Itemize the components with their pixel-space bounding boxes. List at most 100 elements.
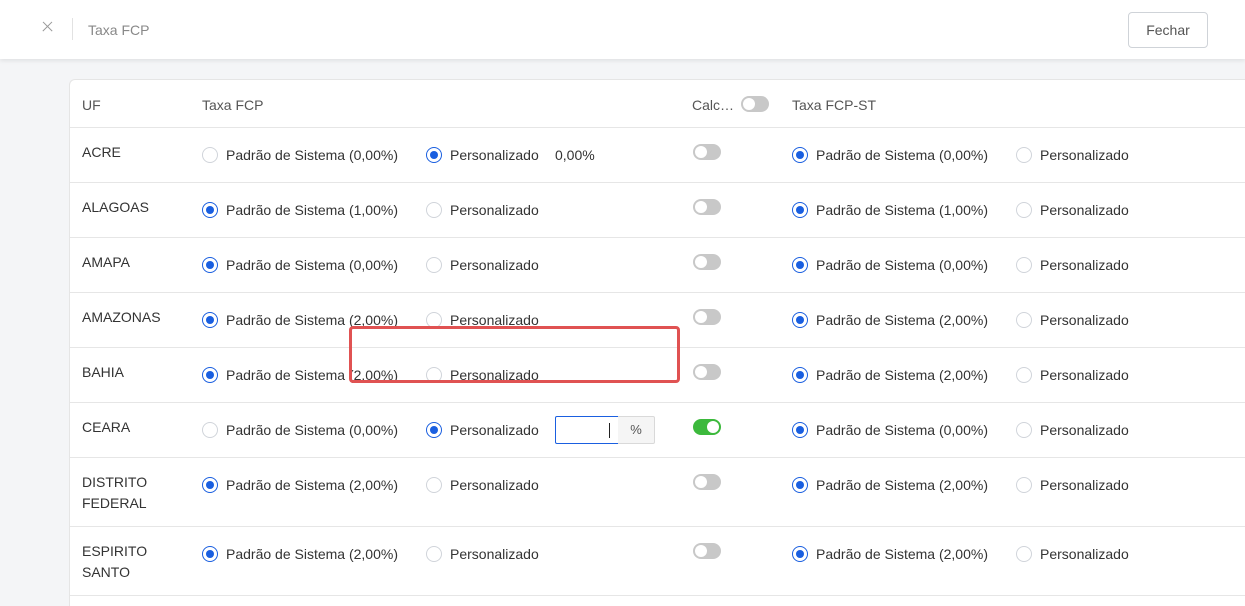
calc-toggle[interactable] (693, 199, 721, 215)
table-row: ALAGOAS Padrão de Sistema (1,00%) Personal… (70, 183, 1245, 238)
radio-label: Padrão de Sistema (2,00%) (816, 312, 988, 328)
radio-icon (202, 367, 218, 383)
radio-icon (1016, 312, 1032, 328)
fcp-padrao-radio[interactable]: Padrão de Sistema (2,00%) (202, 475, 398, 495)
radio-label: Personalizado (1040, 257, 1129, 273)
header-uf: UF (82, 97, 101, 113)
table-row: ACRE Padrão de Sistema (0,00%) Personaliza… (70, 128, 1245, 183)
calc-all-toggle[interactable] (741, 96, 769, 112)
radio-label: Padrão de Sistema (0,00%) (816, 257, 988, 273)
divider (72, 18, 73, 40)
fcp-personalizado-radio[interactable]: Personalizado (426, 544, 539, 564)
fcp-percent-group: % (555, 416, 656, 444)
radio-icon (426, 257, 442, 273)
calc-toggle[interactable] (693, 419, 721, 435)
calc-toggle[interactable] (693, 309, 721, 325)
radio-label: Padrão de Sistema (1,00%) (226, 202, 398, 218)
fcp-st-padrao-radio[interactable]: Padrão de Sistema (2,00%) (792, 475, 988, 495)
radio-icon (202, 422, 218, 438)
close-icon[interactable] (36, 15, 60, 39)
fcp-st-padrao-radio[interactable]: Padrão de Sistema (0,00%) (792, 145, 988, 165)
fcp-st-personalizado-radio[interactable]: Personalizado (1016, 475, 1129, 495)
toggle-knob (707, 421, 719, 433)
fcp-st-padrao-radio[interactable]: Padrão de Sistema (2,00%) (792, 365, 988, 385)
radio-label: Padrão de Sistema (2,00%) (226, 312, 398, 328)
radio-label: Padrão de Sistema (2,00%) (226, 477, 398, 493)
radio-icon (426, 477, 442, 493)
fcp-st-personalizado-radio[interactable]: Personalizado (1016, 200, 1129, 220)
radio-icon (426, 367, 442, 383)
uf-name: CEARA (82, 419, 131, 435)
fcp-st-personalizado-radio[interactable]: Personalizado (1016, 310, 1129, 330)
radio-label: Personalizado (450, 257, 539, 273)
close-button[interactable]: Fechar (1128, 12, 1208, 48)
page-title: Taxa FCP (88, 22, 150, 38)
toggle-knob (695, 201, 707, 213)
fcp-st-padrao-radio[interactable]: Padrão de Sistema (1,00%) (792, 200, 988, 220)
radio-label: Padrão de Sistema (2,00%) (226, 367, 398, 383)
radio-icon (426, 422, 442, 438)
toggle-knob (695, 366, 707, 378)
radio-label: Padrão de Sistema (1,00%) (816, 202, 988, 218)
calc-toggle[interactable] (693, 254, 721, 270)
radio-label: Personalizado (1040, 202, 1129, 218)
radio-icon (426, 147, 442, 163)
fcp-padrao-radio[interactable]: Padrão de Sistema (0,00%) (202, 255, 398, 275)
fcp-personalizado-radio[interactable]: Personalizado (426, 145, 539, 165)
toggle-knob (695, 476, 707, 488)
toggle-knob (695, 256, 707, 268)
fcp-personalizado-radio[interactable]: Personalizado (426, 475, 539, 495)
fcp-st-padrao-radio[interactable]: Padrão de Sistema (2,00%) (792, 544, 988, 564)
radio-icon (792, 147, 808, 163)
text-cursor (609, 423, 610, 438)
fcp-st-personalizado-radio[interactable]: Personalizado (1016, 544, 1129, 564)
fcp-personalizado-radio[interactable]: Personalizado (426, 200, 539, 220)
radio-icon (1016, 257, 1032, 273)
calc-toggle[interactable] (693, 364, 721, 380)
radio-label: Padrão de Sistema (0,00%) (816, 422, 988, 438)
fcp-personalizado-radio[interactable]: Personalizado (426, 420, 539, 440)
fcp-padrao-radio[interactable]: Padrão de Sistema (1,00%) (202, 200, 398, 220)
radio-label: Padrão de Sistema (0,00%) (226, 147, 398, 163)
table-row: DISTRITO FEDERAL Padrão de Sistema (2,00%… (70, 458, 1245, 527)
uf-name: AMAZONAS (82, 309, 161, 325)
calc-toggle[interactable] (693, 474, 721, 490)
fcp-st-personalizado-radio[interactable]: Personalizado (1016, 365, 1129, 385)
fcp-padrao-radio[interactable]: Padrão de Sistema (2,00%) (202, 365, 398, 385)
radio-icon (426, 312, 442, 328)
radio-label: Padrão de Sistema (2,00%) (226, 546, 398, 562)
uf-name: BAHIA (82, 364, 125, 380)
radio-icon (202, 202, 218, 218)
fcp-padrao-radio[interactable]: Padrão de Sistema (0,00%) (202, 145, 398, 165)
fcp-st-personalizado-radio[interactable]: Personalizado (1016, 255, 1129, 275)
radio-label: Padrão de Sistema (2,00%) (816, 367, 988, 383)
radio-label: Personalizado (1040, 422, 1129, 438)
uf-name: DISTRITO FEDERAL (82, 474, 148, 511)
fcp-st-padrao-radio[interactable]: Padrão de Sistema (2,00%) (792, 310, 988, 330)
fcp-padrao-radio[interactable]: Padrão de Sistema (2,00%) (202, 310, 398, 330)
fcp-st-padrao-radio[interactable]: Padrão de Sistema (0,00%) (792, 255, 988, 275)
calc-toggle[interactable] (693, 543, 721, 559)
fcp-st-personalizado-radio[interactable]: Personalizado (1016, 145, 1129, 165)
fcp-personalizado-radio[interactable]: Personalizado (426, 365, 539, 385)
radio-label: Padrão de Sistema (2,00%) (816, 477, 988, 493)
radio-label: Personalizado (450, 147, 539, 163)
calc-toggle[interactable] (693, 144, 721, 160)
fcp-padrao-radio[interactable]: Padrão de Sistema (0,00%) (202, 420, 398, 440)
toggle-knob (695, 545, 707, 557)
fcp-padrao-radio[interactable]: Padrão de Sistema (2,00%) (202, 544, 398, 564)
radio-icon (1016, 367, 1032, 383)
fcp-st-personalizado-radio[interactable]: Personalizado (1016, 420, 1129, 440)
radio-label: Padrão de Sistema (0,00%) (226, 257, 398, 273)
fcp-value: 0,00% (555, 147, 595, 163)
fcp-personalizado-radio[interactable]: Personalizado (426, 310, 539, 330)
header-taxa-fcp: Taxa FCP (202, 97, 264, 113)
fcp-table: UF Taxa FCP Calc… Taxa FCP-ST ACRE Padrão… (69, 79, 1245, 606)
radio-label: Personalizado (450, 367, 539, 383)
uf-name: ALAGOAS (82, 199, 149, 215)
fcp-st-padrao-radio[interactable]: Padrão de Sistema (0,00%) (792, 420, 988, 440)
radio-icon (792, 312, 808, 328)
fcp-personalizado-radio[interactable]: Personalizado (426, 255, 539, 275)
radio-icon (202, 546, 218, 562)
radio-icon (792, 546, 808, 562)
